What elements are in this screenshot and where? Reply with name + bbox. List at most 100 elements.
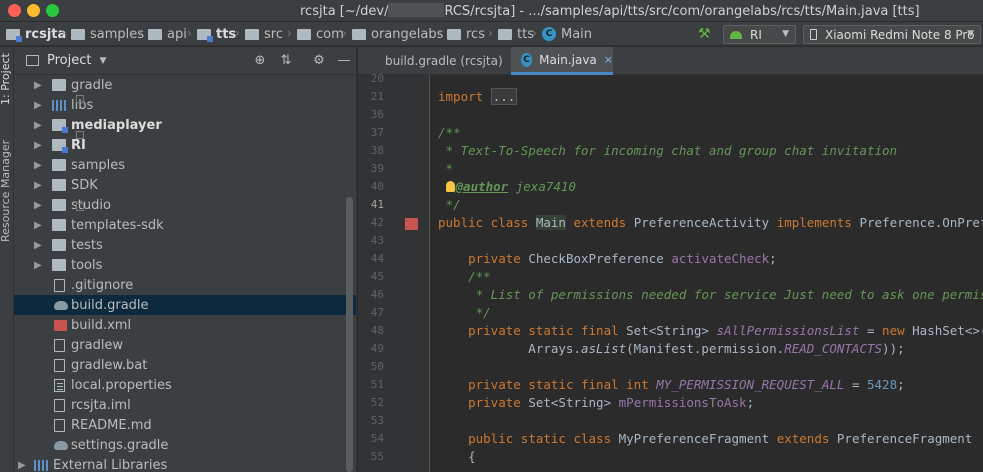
code-line[interactable]: private static final int MY_PERMISSION_R… <box>438 377 905 392</box>
breadcrumb-main[interactable]: C Main <box>542 26 592 42</box>
tree-item-build-xml[interactable]: build.xml <box>14 315 356 335</box>
fold-marker-icon[interactable] <box>76 131 84 139</box>
project-view-select[interactable]: Project ▼ <box>26 53 106 68</box>
class-icon: C <box>542 27 556 41</box>
code-line[interactable]: */ <box>438 305 491 320</box>
line-number: 49 <box>370 342 384 355</box>
fold-marker-icon[interactable] <box>76 95 84 103</box>
line-number: 52 <box>370 396 384 409</box>
project-tree-scrollbar[interactable] <box>346 197 353 472</box>
breadcrumb-api[interactable]: api <box>148 26 187 42</box>
code-line[interactable]: public static class MyPreferenceFragment… <box>438 431 972 446</box>
folder-icon <box>52 159 66 171</box>
tree-item-tools[interactable]: ▶ tools <box>14 255 356 275</box>
resource-manager-tool-tab[interactable]: Resource Manager <box>0 140 12 242</box>
expand-arrow-icon[interactable]: ▶ <box>34 200 44 211</box>
minimize-window-button[interactable] <box>27 4 40 17</box>
tree-item-label: External Libraries <box>53 457 168 472</box>
code-line[interactable]: Arrays.asList(Manifest.permission.READ_C… <box>438 341 904 356</box>
redacted-block <box>388 3 445 17</box>
breadcrumb-tts[interactable]: tts <box>197 26 236 42</box>
code-line[interactable]: * <box>438 161 454 176</box>
expand-arrow-icon[interactable]: ▶ <box>34 100 44 111</box>
tree-item-label: local.properties <box>71 377 172 393</box>
chevron-right-icon: › <box>488 26 493 40</box>
tree-item-gradlew[interactable]: gradlew <box>14 335 356 355</box>
hide-panel-icon[interactable]: — <box>336 53 352 69</box>
zoom-window-button[interactable] <box>46 4 59 17</box>
code-line[interactable]: /** <box>438 269 491 284</box>
code-line[interactable]: /** <box>438 125 461 140</box>
xml-file-icon <box>54 319 67 331</box>
tree-item-tests[interactable]: ▶ tests <box>14 235 356 255</box>
device-select[interactable]: Xiaomi Redmi Note 8 Pro ▼ <box>803 25 981 44</box>
close-icon[interactable]: × <box>604 53 613 66</box>
tree-item-label: .gitignore <box>71 277 134 293</box>
tree-item-gradlew-bat[interactable]: gradlew.bat <box>14 355 356 375</box>
breadcrumb-src[interactable]: src <box>245 26 283 42</box>
tab-main-java[interactable]: C Main.java × <box>511 47 613 75</box>
tree-item-readme-md[interactable]: README.md <box>14 415 356 435</box>
expand-arrow-icon[interactable]: ▶ <box>34 160 44 171</box>
breadcrumb-tts[interactable]: tts <box>498 26 534 42</box>
tree-item-external-libraries[interactable]: ▶ External Libraries <box>14 455 356 472</box>
run-config-select[interactable]: RI ▼ <box>723 25 796 44</box>
code-line[interactable]: public class Main extends PreferenceActi… <box>438 215 983 230</box>
phone-icon <box>810 29 817 40</box>
locate-icon[interactable]: ⊕ <box>252 53 268 69</box>
tree-item-settings-gradle[interactable]: settings.gradle <box>14 435 356 455</box>
tree-item-sdk[interactable]: ▶ SDK <box>14 175 356 195</box>
fold-marker-icon[interactable] <box>76 203 84 211</box>
line-number: 37 <box>370 126 384 139</box>
line-number: 50 <box>370 360 384 373</box>
project-panel: Project ▼ ⊕ ⇅ ⚙ — ▶ gradle ▶ libs ▶ mediaplay… <box>14 47 357 472</box>
gear-icon[interactable]: ⚙ <box>311 53 327 69</box>
tree-item-gitignore[interactable]: .gitignore <box>14 275 356 295</box>
code-line[interactable]: private Set<String> mPermissionsToAsk; <box>438 395 754 410</box>
tree-item-studio[interactable]: ▶ studio <box>14 195 356 215</box>
expand-arrow-icon[interactable]: ▶ <box>34 220 44 231</box>
project-tool-tab[interactable]: 1: Project <box>0 53 12 105</box>
expand-arrow-icon[interactable]: ▶ <box>34 140 44 151</box>
hammer-icon[interactable]: ⚒ <box>698 27 714 41</box>
library-icon <box>34 459 48 471</box>
tree-item-local-properties[interactable]: local.properties <box>14 375 356 395</box>
tree-item-samples[interactable]: ▶ samples <box>14 155 356 175</box>
folder-icon <box>297 28 311 40</box>
collapse-all-icon[interactable]: ⇅ <box>278 53 294 69</box>
code-line[interactable]: import ... <box>438 88 518 105</box>
tree-item-mediaplayer[interactable]: ▶ mediaplayer <box>14 115 356 135</box>
tree-item-templates-sdk[interactable]: ▶ templates-sdk <box>14 215 356 235</box>
expand-arrow-icon[interactable]: ▶ <box>34 240 44 251</box>
expand-arrow-icon[interactable]: ▶ <box>34 260 44 271</box>
expand-arrow-icon[interactable]: ▶ <box>34 180 44 191</box>
code-line[interactable]: private static final Set<String> sAllPer… <box>438 323 983 338</box>
tree-item-libs[interactable]: ▶ libs <box>14 95 356 115</box>
breadcrumb-rcsjta[interactable]: rcsjta <box>6 26 66 42</box>
breadcrumb-orangelabs[interactable]: orangelabs <box>352 26 443 42</box>
tree-item-rcsjta-iml[interactable]: rcsjta.iml <box>14 395 356 415</box>
code-line[interactable]: * List of permissions needed for service… <box>438 287 983 302</box>
breadcrumb-com[interactable]: com <box>297 26 344 42</box>
expand-arrow-icon[interactable]: ▶ <box>34 80 44 91</box>
code-line[interactable]: * Text-To-Speech for incoming chat and g… <box>438 143 898 158</box>
breadcrumb-rcs[interactable]: rcs <box>447 26 485 42</box>
run-activity-icon[interactable] <box>405 218 418 230</box>
code-line[interactable]: @author jexa7410 <box>438 179 576 194</box>
tree-item-gradle[interactable]: ▶ gradle <box>14 75 356 95</box>
line-number: 41 <box>370 198 384 211</box>
code-line[interactable]: */ <box>438 197 461 212</box>
line-number: 20 <box>370 72 384 85</box>
tree-item-label: settings.gradle <box>71 437 169 453</box>
code-editor[interactable]: import ... /** * Text-To-Speech for incom… <box>431 75 983 472</box>
tab-build-gradle-rcsjta[interactable]: build.gradle (rcsjta)× <box>368 47 519 75</box>
file-icon <box>54 358 65 372</box>
expand-arrow-icon[interactable]: ▶ <box>34 120 44 131</box>
breadcrumb-samples[interactable]: samples <box>71 26 144 42</box>
tree-item-build-gradle[interactable]: build.gradle <box>14 295 356 315</box>
code-line[interactable]: { <box>438 449 476 464</box>
tree-item-ri[interactable]: ▶ RI <box>14 135 356 155</box>
close-window-button[interactable] <box>8 4 21 17</box>
expand-arrow-icon[interactable]: ▶ <box>18 460 28 471</box>
code-line[interactable]: private CheckBoxPreference activateCheck… <box>438 251 777 266</box>
